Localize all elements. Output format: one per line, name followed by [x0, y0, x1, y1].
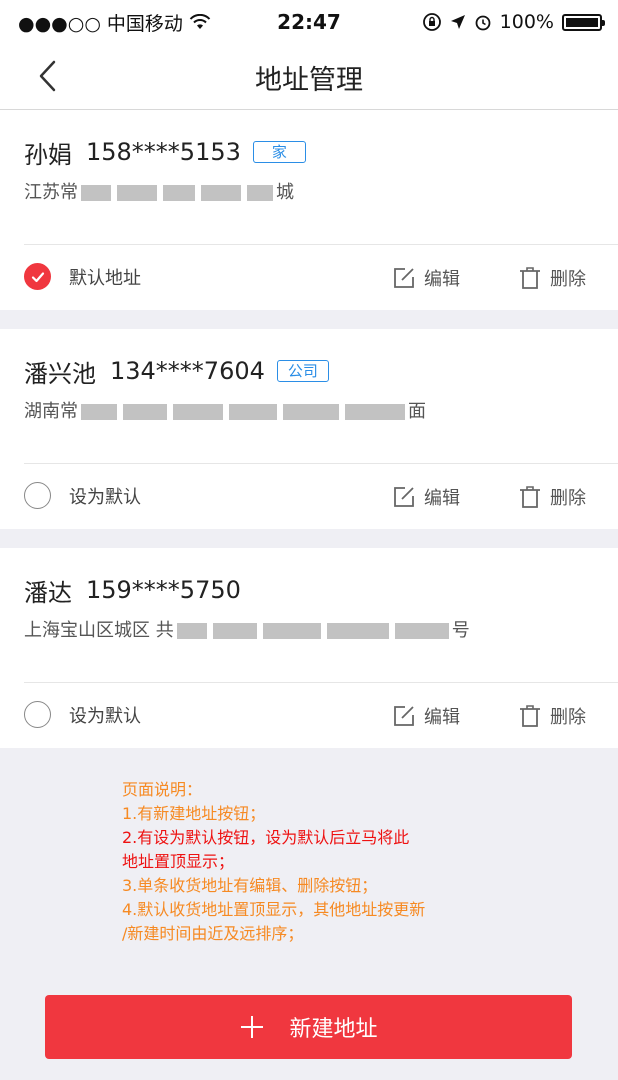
orientation-lock-icon: [422, 13, 441, 31]
default-label: 设为默认: [69, 486, 141, 508]
edit-icon: [394, 706, 414, 726]
status-left: ●●●○○ 中国移动: [18, 9, 211, 36]
nav-bar: 地址管理: [0, 44, 618, 110]
delete-button[interactable]: 删除: [518, 484, 586, 510]
note-line: 4.默认收货地址置顶显示，其他地址按更新: [122, 900, 426, 919]
add-address-button[interactable]: 新建地址: [45, 995, 572, 1059]
wifi-icon: [189, 14, 211, 29]
redacted-segment: [81, 404, 117, 420]
battery-percent: 100%: [499, 11, 554, 33]
redacted-segment: [247, 185, 273, 201]
address-card[interactable]: 潘达 159****5750 上海宝山区城区 共 号 设为默认 编辑 删除: [0, 548, 618, 748]
delete-label: 删除: [550, 488, 586, 509]
redacted-segment: [345, 404, 405, 420]
address-prefix: 上海宝山区城区 共: [24, 620, 174, 641]
note-line: 2.有设为默认按钮，设为默认后立马将此: [122, 828, 410, 847]
address-actions: 设为默认 编辑 删除: [0, 464, 618, 529]
location-icon: [450, 15, 465, 29]
radio-circle-icon: [24, 701, 51, 728]
recipient-phone: 134****7604: [110, 357, 265, 385]
address-actions: 默认地址 编辑 删除: [0, 245, 618, 310]
note-line: 1.有新建地址按钮；: [122, 804, 266, 823]
note-line: 3.单条收货地址有编辑、删除按钮；: [122, 876, 378, 895]
address-info[interactable]: 潘达 159****5750 上海宝山区城区 共 号: [24, 572, 598, 644]
alarm-icon: [475, 15, 491, 31]
address-tag: 家: [252, 141, 306, 163]
note-line: /新建时间由近及远排序；: [122, 924, 304, 943]
radio-circle-icon: [24, 482, 51, 509]
address-info[interactable]: 潘兴池 134****7604 公司 湖南常 面: [24, 353, 598, 425]
address-header: 孙娟 158****5153 家: [24, 134, 598, 170]
address-header: 潘兴池 134****7604 公司: [24, 353, 598, 389]
edit-icon: [394, 487, 414, 507]
redacted-segment: [173, 404, 223, 420]
edit-icon: [394, 268, 414, 288]
address-suffix: 号: [451, 620, 470, 641]
default-toggle[interactable]: 默认地址: [24, 263, 141, 290]
address-actions: 设为默认 编辑 删除: [0, 683, 618, 748]
address-header: 潘达 159****5750: [24, 572, 598, 608]
address-text: 上海宝山区城区 共 号: [24, 618, 598, 644]
redacted-segment: [229, 404, 277, 420]
add-address-label: 新建地址: [289, 1017, 378, 1042]
address-info[interactable]: 孙娟 158****5153 家 江苏常 城: [24, 134, 598, 206]
delete-button[interactable]: 删除: [518, 703, 586, 729]
redacted-segment: [326, 623, 389, 639]
redacted-segment: [123, 404, 167, 420]
page-note: 页面说明： 1.有新建地址按钮； 2.有设为默认按钮，设为默认后立马将此 地址置…: [122, 778, 542, 946]
default-label: 设为默认: [69, 705, 141, 727]
set-default-toggle[interactable]: 设为默认: [24, 482, 141, 509]
recipient-name: 潘兴池: [24, 359, 96, 388]
recipient-name: 潘达: [24, 578, 72, 607]
set-default-toggle[interactable]: 设为默认: [24, 701, 141, 728]
address-suffix: 面: [408, 401, 426, 422]
address-card[interactable]: 孙娟 158****5153 家 江苏常 城 默认地址 编辑 删除: [0, 110, 618, 310]
recipient-phone: 159****5750: [86, 576, 241, 604]
redacted-segment: [81, 185, 111, 201]
carrier-label: ●●●○○ 中国移动: [18, 12, 183, 35]
redacted-segment: [283, 404, 339, 420]
trash-icon: [520, 267, 540, 289]
address-text: 江苏常 城: [24, 180, 598, 206]
redacted-segment: [394, 623, 449, 639]
delete-label: 删除: [550, 707, 586, 728]
edit-button[interactable]: 编辑: [392, 265, 460, 291]
delete-button[interactable]: 删除: [518, 265, 586, 291]
check-circle-icon: [24, 263, 51, 290]
address-prefix: 湖南常: [24, 401, 78, 422]
trash-icon: [520, 486, 540, 508]
default-label: 默认地址: [69, 267, 141, 289]
status-bar: ●●●○○ 中国移动 22:47 100%: [0, 0, 618, 44]
address-tag: 公司: [276, 360, 329, 382]
recipient-name: 孙娟: [24, 140, 72, 169]
edit-button[interactable]: 编辑: [392, 703, 460, 729]
page-title: 地址管理: [255, 65, 363, 96]
address-card[interactable]: 潘兴池 134****7604 公司 湖南常 面 设为默认 编辑 删除: [0, 329, 618, 529]
battery-icon: [562, 13, 605, 31]
plus-icon: [241, 1016, 264, 1038]
status-right: 100%: [422, 11, 605, 33]
address-suffix: 城: [276, 182, 294, 203]
redacted-segment: [176, 623, 207, 639]
edit-label: 编辑: [424, 269, 460, 290]
delete-label: 删除: [550, 269, 586, 290]
address-text: 湖南常 面: [24, 399, 598, 425]
redacted-segment: [117, 185, 157, 201]
trash-icon: [520, 705, 540, 727]
redacted-segment: [201, 185, 241, 201]
note-title: 页面说明：: [122, 780, 203, 799]
edit-button[interactable]: 编辑: [392, 484, 460, 510]
edit-label: 编辑: [424, 707, 460, 728]
redacted-segment: [163, 185, 195, 201]
redacted-segment: [212, 623, 257, 639]
recipient-phone: 158****5153: [86, 138, 241, 166]
note-line: 地址置顶显示；: [122, 852, 235, 871]
address-prefix: 江苏常: [24, 182, 78, 203]
redacted-segment: [262, 623, 321, 639]
edit-label: 编辑: [424, 488, 460, 509]
